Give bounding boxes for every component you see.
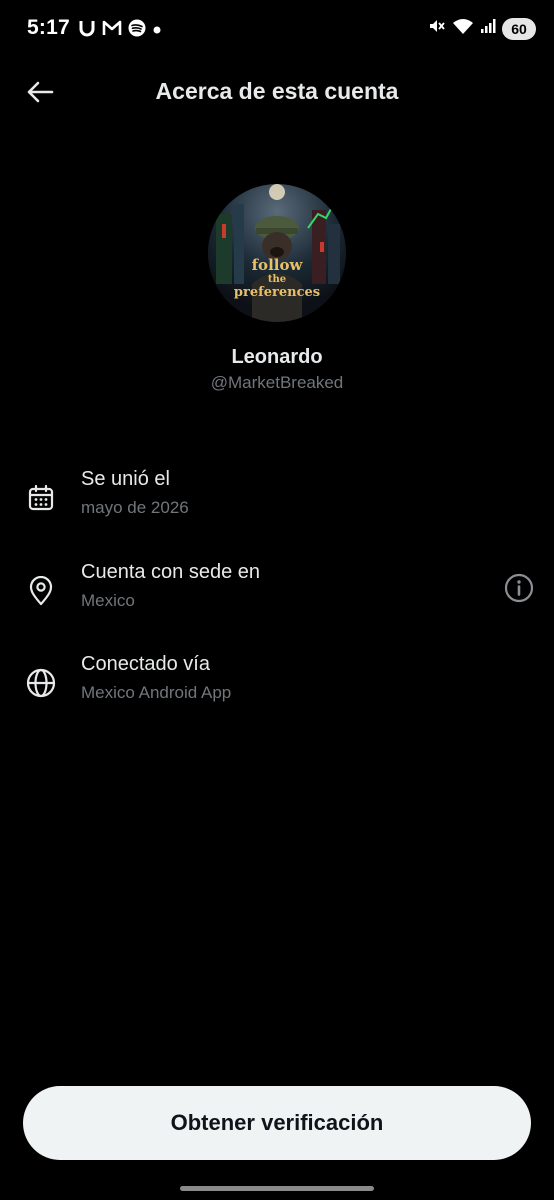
location-value: Mexico — [81, 591, 135, 610]
joined-label: Se unió el — [81, 468, 170, 490]
page-title: Acerca de esta cuenta — [155, 78, 399, 104]
spotify-icon — [128, 19, 146, 42]
location-pin-icon — [24, 574, 58, 608]
avatar-image: follow the preferences — [208, 184, 346, 322]
globe-icon — [24, 666, 58, 700]
mute-vibrate-icon — [428, 17, 446, 40]
connected-label: Conectado vía — [81, 653, 210, 675]
signal-icon — [480, 18, 496, 39]
svg-text:follow: follow — [252, 256, 304, 274]
wifi-icon — [452, 17, 474, 40]
status-right-icons: 60 — [428, 17, 536, 40]
display-name: Leonardo — [231, 346, 323, 368]
battery-icon: 60 — [502, 17, 536, 40]
notification-u-icon — [78, 19, 96, 42]
dot-icon — [152, 22, 162, 40]
avatar[interactable]: follow the preferences — [208, 184, 346, 322]
joined-row: Se unió el mayo de 2026 — [0, 468, 554, 538]
gmail-icon — [102, 20, 122, 41]
svg-text:preferences: preferences — [234, 285, 320, 300]
status-bar: 5:17 60 — [0, 0, 554, 58]
location-label: Cuenta con sede en — [81, 561, 261, 583]
location-info-button[interactable] — [502, 573, 536, 607]
header: Acerca de esta cuenta — [0, 58, 554, 126]
connected-value: Mexico Android App — [81, 683, 232, 702]
info-icon — [504, 573, 534, 608]
location-row: Cuenta con sede en Mexico — [0, 561, 554, 631]
status-left-icons — [78, 19, 162, 42]
svg-text:the: the — [268, 274, 286, 285]
connected-row: Conectado vía Mexico Android App — [0, 653, 554, 723]
handle: @MarketBreaked — [210, 373, 344, 392]
home-indicator[interactable] — [180, 1186, 374, 1191]
status-time: 5:17 — [27, 16, 70, 39]
get-verified-button[interactable]: Obtener verificación — [23, 1086, 531, 1160]
calendar-icon — [24, 481, 58, 515]
joined-value: mayo de 2026 — [81, 498, 189, 517]
